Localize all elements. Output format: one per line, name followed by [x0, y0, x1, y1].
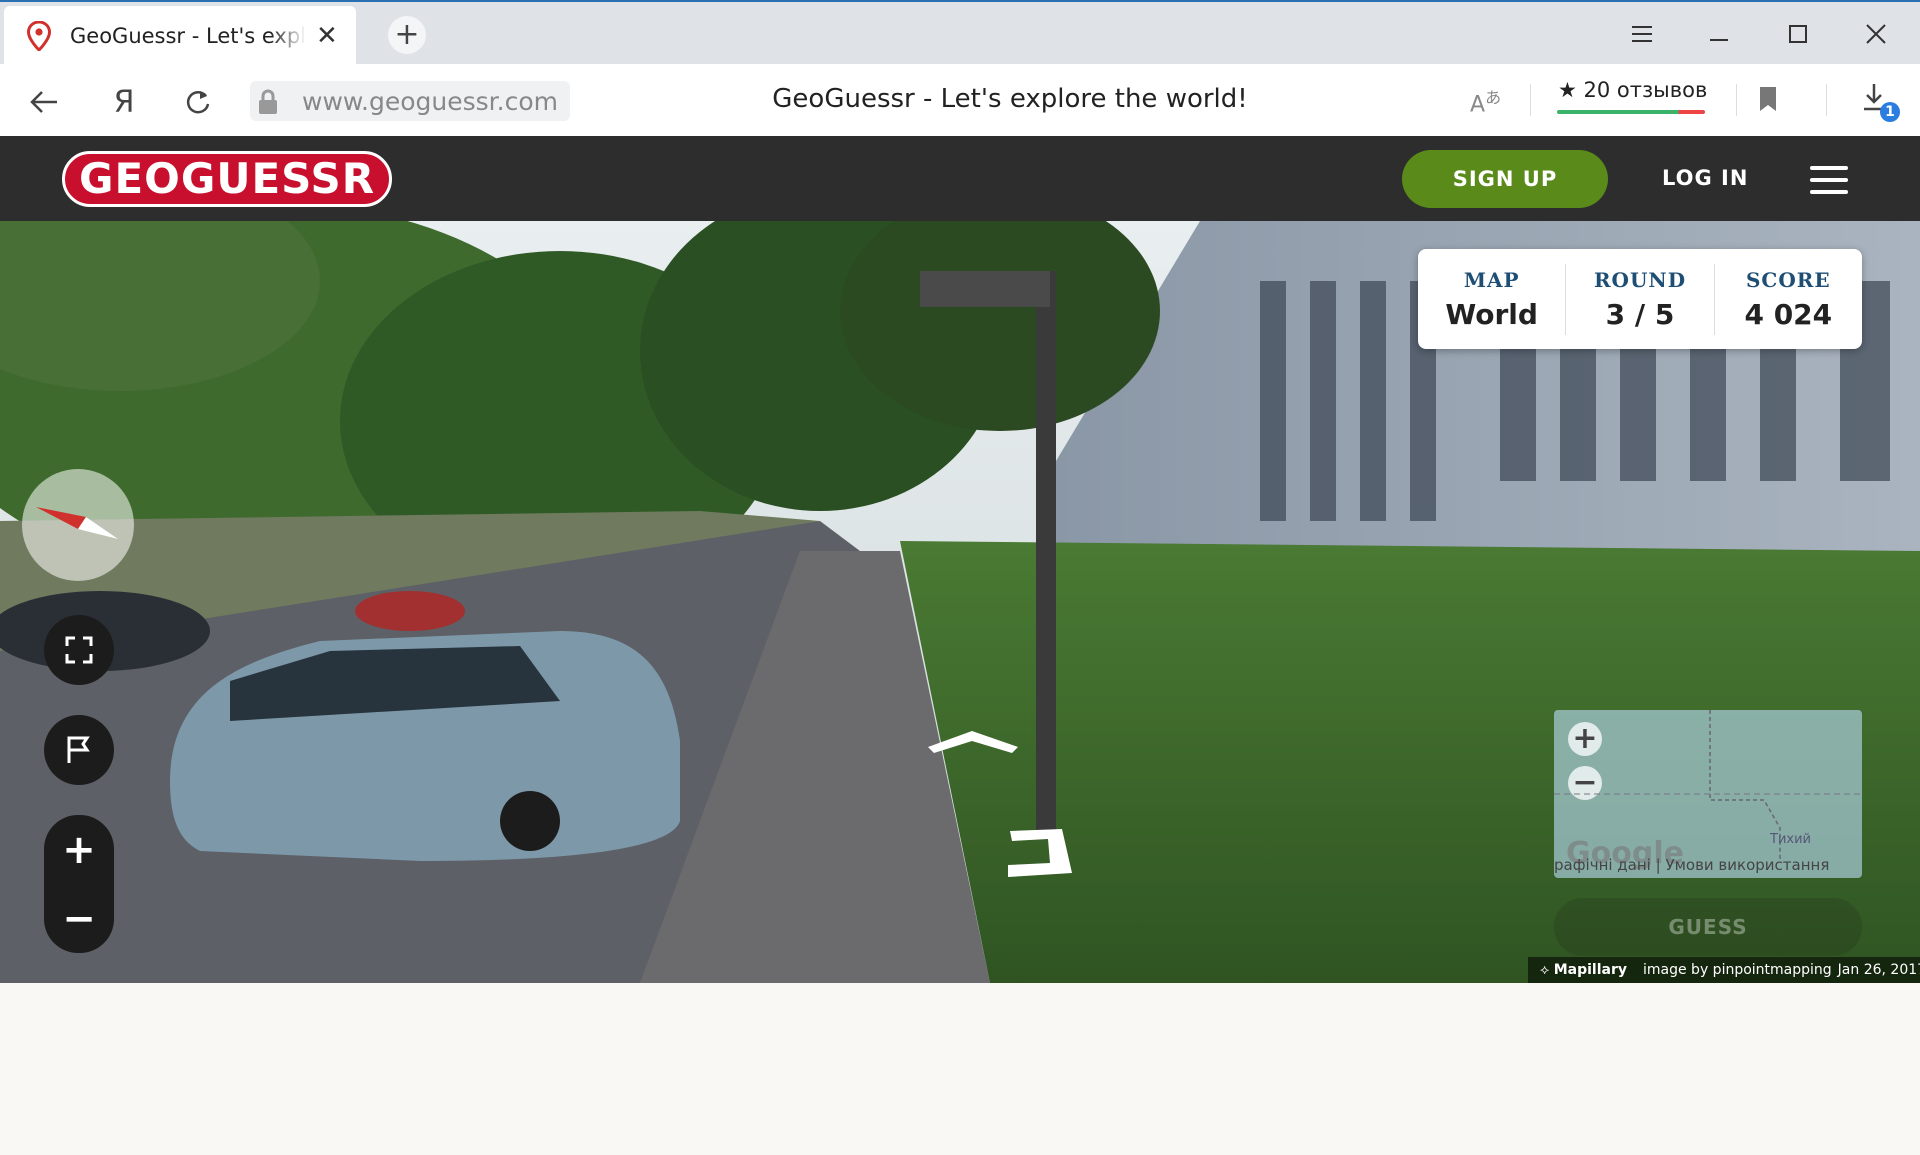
minimize-icon[interactable]: [1700, 14, 1740, 54]
map-ocean-label: Тихий: [1770, 832, 1811, 847]
map-label: MAP: [1463, 267, 1520, 292]
fullscreen-icon: [65, 636, 93, 664]
reviews-rating-bar: [1557, 110, 1705, 114]
image-credit-date: Jan 26, 2017: [1837, 962, 1920, 978]
maximize-icon[interactable]: [1778, 14, 1818, 54]
flag-icon: [67, 736, 90, 763]
geoguessr-logo[interactable]: GEOGUESSR: [62, 150, 393, 208]
score-label: SCORE: [1745, 267, 1831, 292]
zoom-in-button[interactable]: +: [44, 815, 114, 884]
game-status-panel: MAP World ROUND 3 / 5 SCORE 4 024: [1418, 249, 1862, 349]
divider: [1530, 84, 1531, 116]
plus-icon: +: [394, 17, 420, 52]
browser-menu-icon[interactable]: [1622, 14, 1662, 54]
translate-icon[interactable]: Aあ: [1470, 84, 1501, 117]
page-title-text: GeoGuessr - Let's explore the world!: [772, 84, 1248, 114]
image-credit-text: image by pinpointmapping: [1643, 962, 1832, 978]
divider: [1826, 84, 1827, 116]
downloads-count-badge: 1: [1880, 102, 1900, 122]
round-value: 3 / 5: [1605, 297, 1675, 331]
mapillary-link[interactable]: ⟡ Mapillary: [1540, 962, 1627, 978]
map-value: World: [1445, 297, 1538, 331]
score-stat: SCORE 4 024: [1715, 264, 1862, 335]
fullscreen-button[interactable]: [44, 615, 114, 685]
logo-text: GEOGUESSR: [62, 151, 393, 207]
address-bar: Я www.geoguessr.com GeoGuessr - Let's ex…: [0, 64, 1920, 136]
zoom-out-button[interactable]: −: [44, 884, 114, 953]
close-tab-icon[interactable]: ✕: [316, 23, 338, 49]
bookmark-icon[interactable]: [1758, 86, 1778, 112]
guess-minimap[interactable]: + − Google Тихий рафічні дані | Умови ви…: [1554, 710, 1862, 878]
compass-icon[interactable]: [22, 469, 134, 581]
page-background: [0, 983, 1920, 1155]
location-pin-icon: [26, 21, 52, 51]
sign-up-button[interactable]: SIGN UP: [1402, 150, 1608, 208]
tab-bar: GeoGuessr - Let's explo ✕ +: [0, 0, 1920, 66]
round-stat: ROUND 3 / 5: [1566, 263, 1715, 335]
map-stat: MAP World: [1418, 263, 1567, 335]
log-in-link[interactable]: LOG IN: [1662, 166, 1748, 190]
reviews-badge[interactable]: ★ 20 отзывов: [1558, 78, 1707, 102]
round-label: ROUND: [1593, 267, 1687, 292]
image-credit: ⟡ Mapillary image by pinpointmapping Jan…: [1528, 957, 1920, 983]
hamburger-menu-icon[interactable]: [1810, 166, 1848, 194]
return-to-start-button[interactable]: [44, 715, 114, 785]
zoom-controls: + −: [44, 815, 114, 953]
divider: [1736, 84, 1737, 116]
site-header: GEOGUESSR SIGN UP LOG IN: [0, 136, 1920, 221]
map-credit[interactable]: рафічні дані | Умови використання: [1554, 856, 1862, 874]
tab-title: GeoGuessr - Let's explo: [70, 24, 306, 48]
mapillary-name: Mapillary: [1553, 962, 1627, 978]
close-window-icon[interactable]: [1856, 14, 1896, 54]
score-value: 4 024: [1744, 297, 1833, 331]
street-view-panorama[interactable]: MAP World ROUND 3 / 5 SCORE 4 024 + − + …: [0, 221, 1920, 983]
new-tab-button[interactable]: +: [388, 16, 426, 54]
browser-tab[interactable]: GeoGuessr - Let's explo ✕: [4, 6, 356, 66]
guess-button[interactable]: GUESS: [1554, 898, 1862, 956]
